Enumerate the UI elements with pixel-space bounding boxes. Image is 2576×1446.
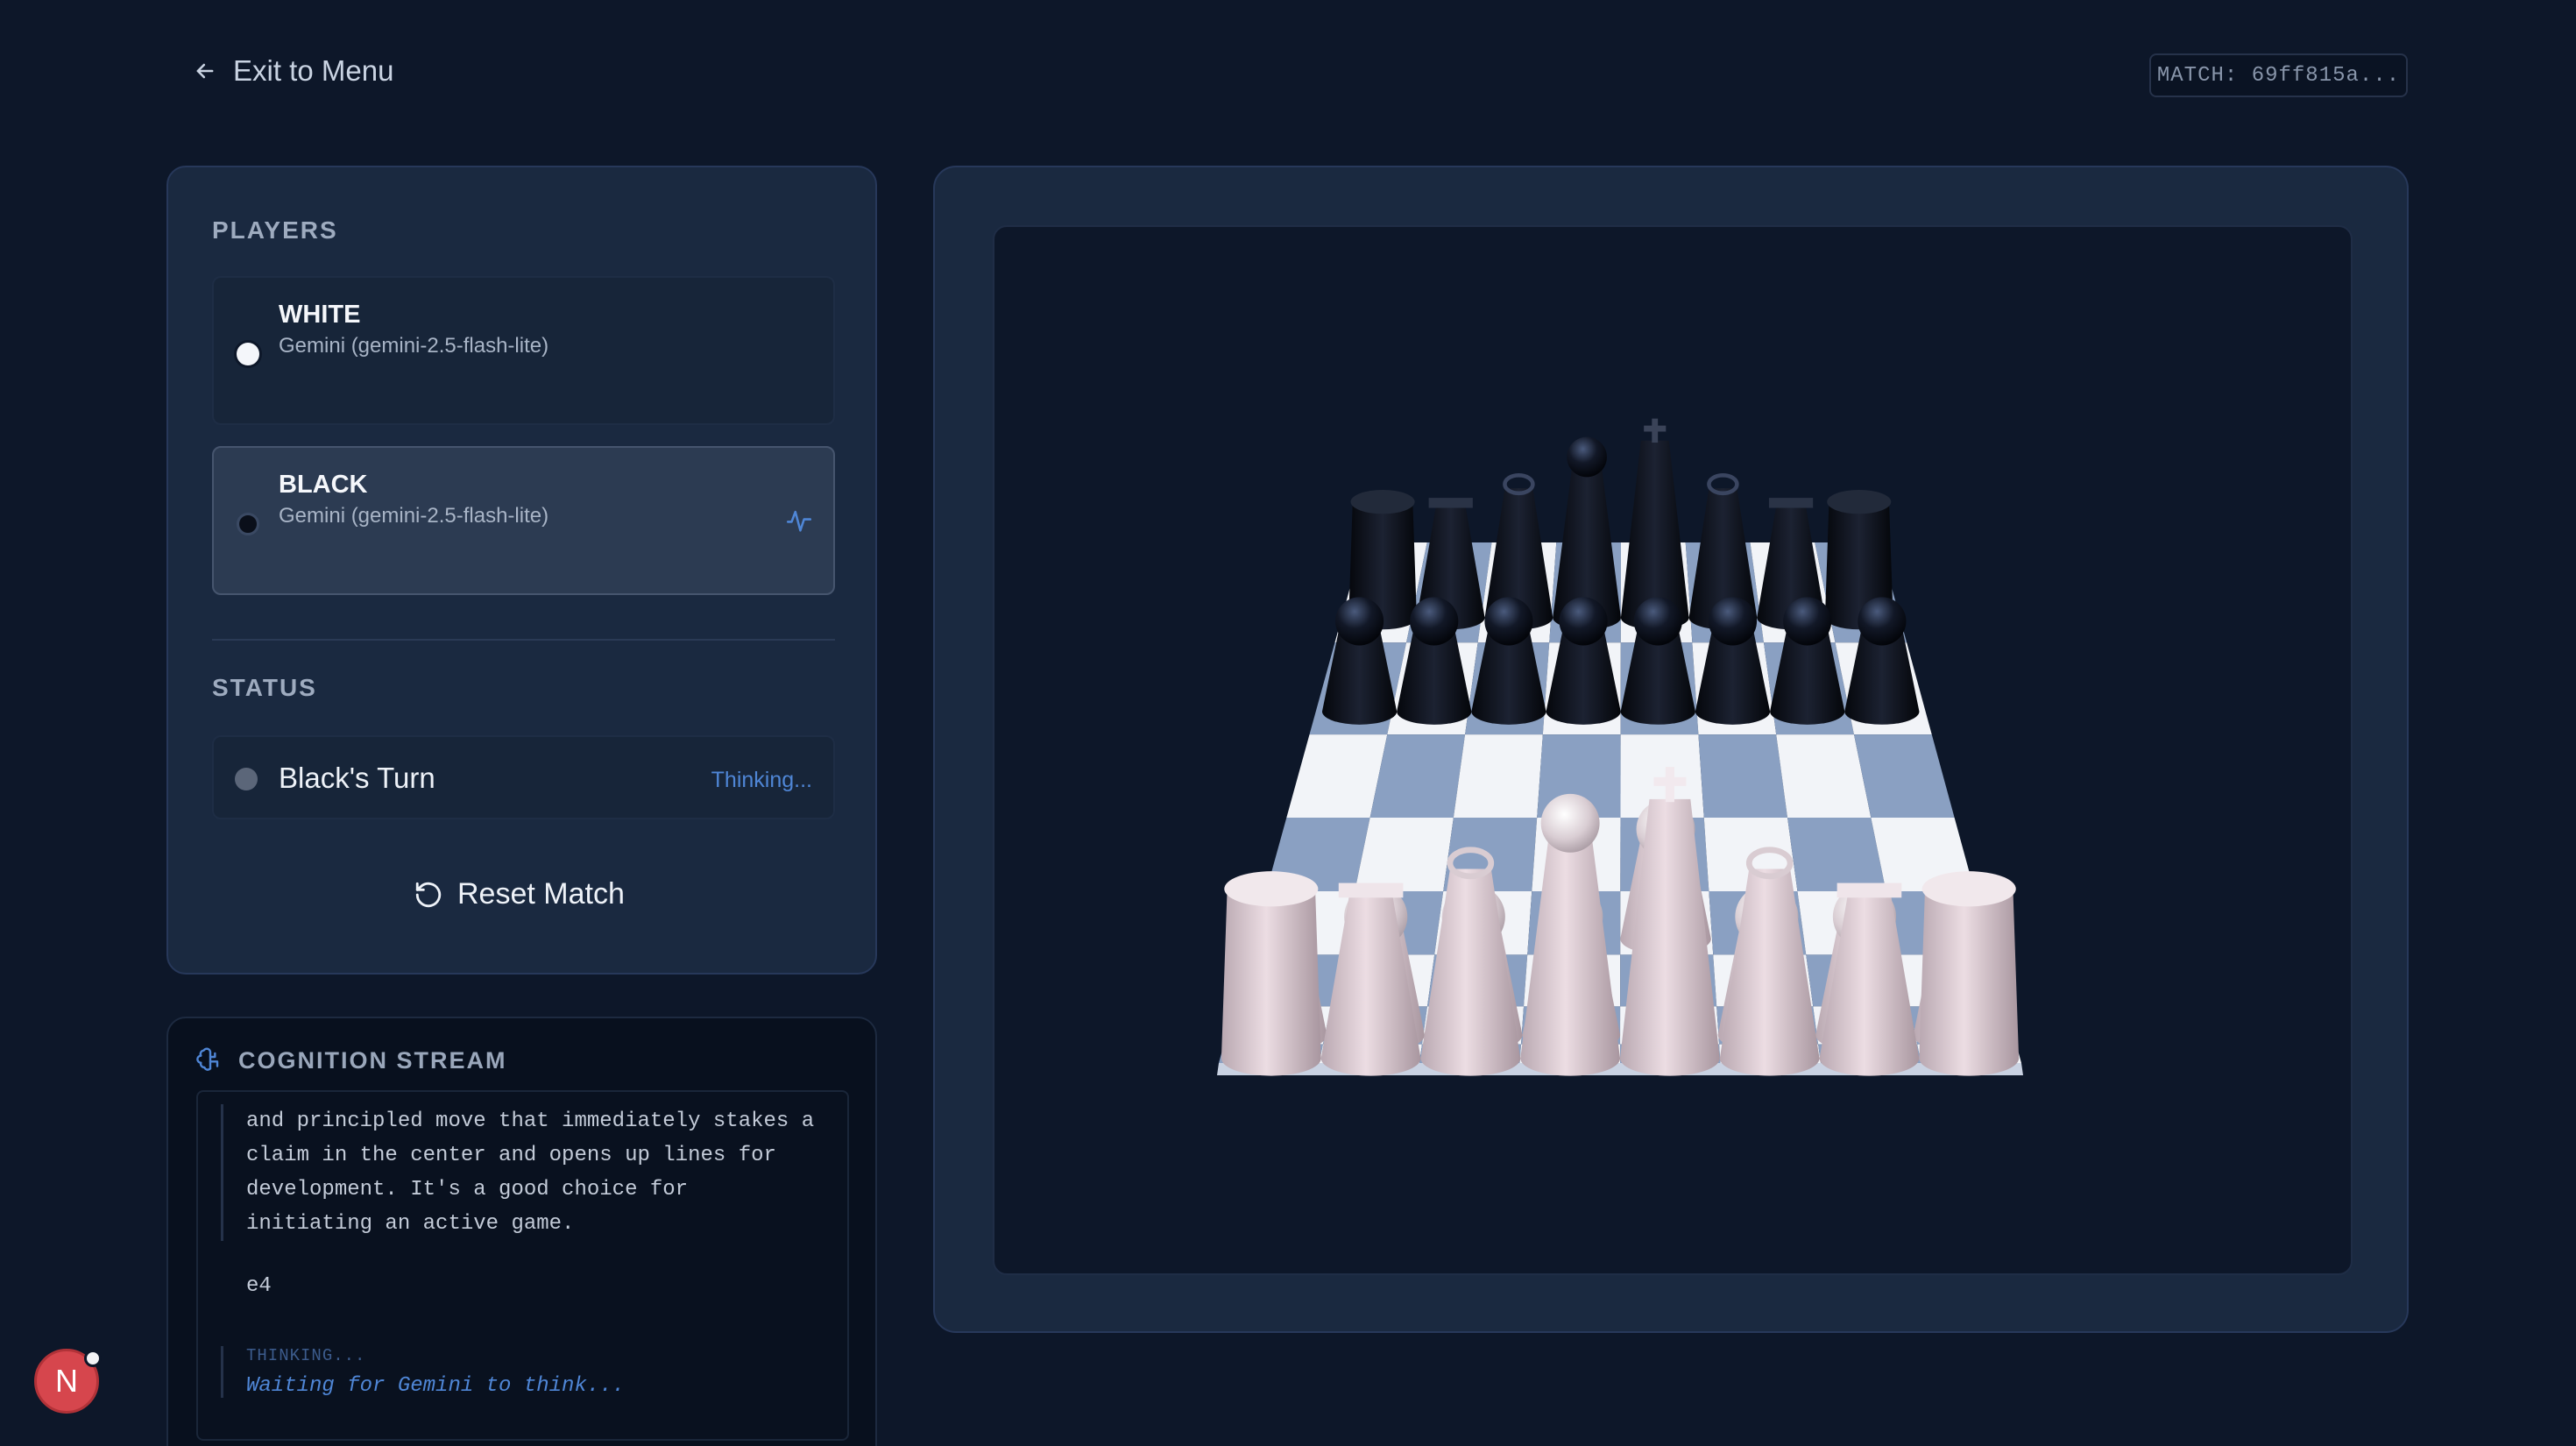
user-avatar[interactable]: N xyxy=(34,1349,102,1414)
status-dot xyxy=(235,768,258,790)
white-rook-a1 xyxy=(1221,871,1321,1076)
square-f6 xyxy=(1698,734,1788,818)
thinking-block: THINKING... Waiting for Gemini to think.… xyxy=(221,1346,625,1398)
cognition-log[interactable]: and principled move that immediately sta… xyxy=(196,1090,849,1441)
notification-dot xyxy=(84,1350,102,1367)
arrow-left-icon xyxy=(196,63,214,79)
activity-icon xyxy=(786,510,812,532)
board-container xyxy=(933,166,2409,1333)
exit-to-menu-label: Exit to Menu xyxy=(233,54,394,87)
match-id-badge: MATCH: 69ff815a... xyxy=(2149,53,2408,97)
section-divider xyxy=(212,639,835,641)
white-player-dot xyxy=(237,343,259,365)
square-a6 xyxy=(1286,734,1388,818)
cognition-stream-panel: COGNITION STREAM and principled move tha… xyxy=(166,1017,877,1446)
square-h6 xyxy=(1853,734,1955,818)
players-section-title: PLAYERS xyxy=(212,216,338,244)
avatar-letter: N xyxy=(55,1363,78,1399)
white-rook-h1 xyxy=(1919,871,2020,1076)
exit-to-menu-button[interactable]: Exit to Menu xyxy=(193,54,393,88)
cognition-title: COGNITION STREAM xyxy=(238,1046,507,1074)
square-b5 xyxy=(1355,817,1454,892)
reset-icon xyxy=(415,882,442,907)
white-player-name: WHITE xyxy=(279,301,361,329)
reset-match-button[interactable]: Reset Match xyxy=(414,877,625,911)
black-player-model: Gemini (gemini-2.5-flash-lite) xyxy=(279,504,549,528)
brain-icon xyxy=(196,1047,219,1071)
players-panel: PLAYERS WHITE Gemini (gemini-2.5-flash-l… xyxy=(166,166,877,975)
black-player-dot xyxy=(237,513,259,535)
black-player-name: BLACK xyxy=(279,471,368,499)
cognition-text: and principled move that immediately sta… xyxy=(221,1104,834,1241)
square-c6 xyxy=(1453,734,1543,818)
thinking-status: Thinking... xyxy=(711,768,812,792)
player-card-white: WHITE Gemini (gemini-2.5-flash-lite) xyxy=(212,276,835,425)
cognition-move: e4 xyxy=(246,1274,272,1298)
reset-match-label: Reset Match xyxy=(457,877,625,911)
square-g5 xyxy=(1787,817,1886,892)
chess-board-viewport[interactable] xyxy=(993,225,2353,1275)
status-section-title: STATUS xyxy=(212,674,317,701)
cognition-header: COGNITION STREAM xyxy=(196,1046,507,1074)
thinking-label: THINKING... xyxy=(246,1346,366,1365)
player-card-black: BLACK Gemini (gemini-2.5-flash-lite) xyxy=(212,446,835,595)
turn-indicator: Black's Turn xyxy=(279,762,435,794)
chess-board-3d[interactable] xyxy=(994,227,2353,1275)
status-card: Black's Turn Thinking... xyxy=(212,735,835,819)
white-player-model: Gemini (gemini-2.5-flash-lite) xyxy=(279,334,549,358)
thinking-text: Waiting for Gemini to think... xyxy=(246,1374,626,1398)
